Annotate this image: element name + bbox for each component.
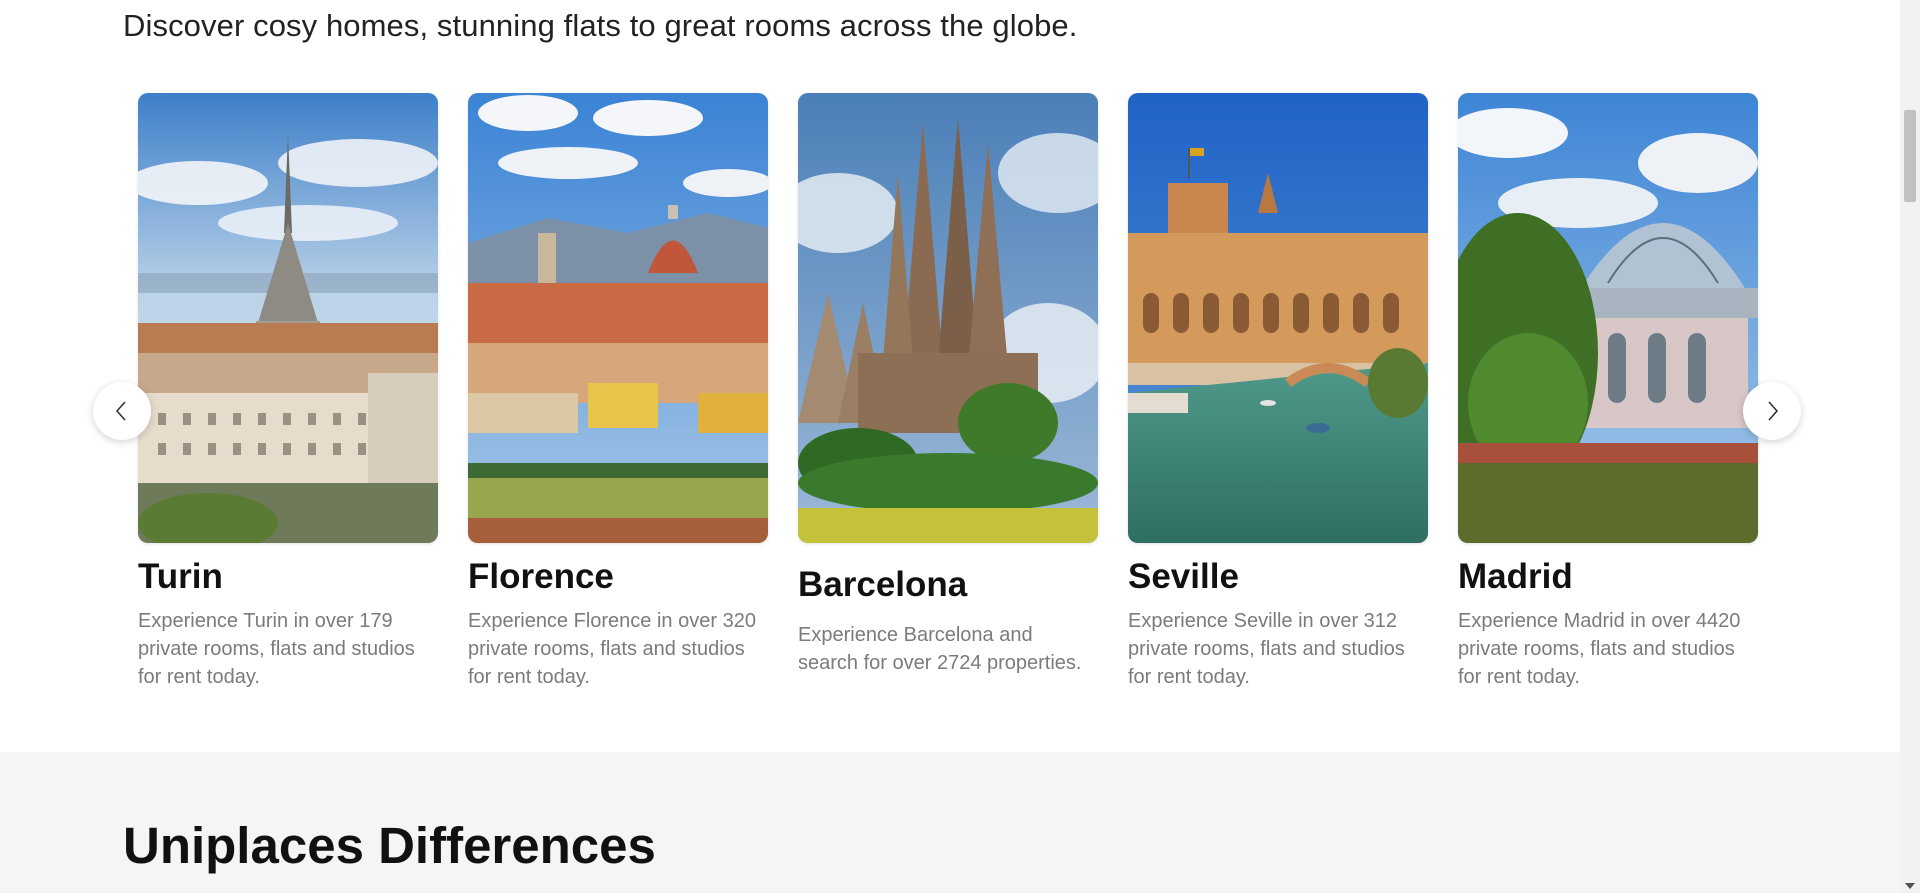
city-name[interactable]: Seville [1128,557,1428,597]
city-card-seville[interactable]: Seville Experience Seville in over 312 p… [1128,93,1428,691]
city-photo-florence[interactable] [468,93,768,543]
city-photo-barcelona[interactable] [798,93,1098,543]
main-content: Discover cosy homes, stunning flats to g… [0,0,1900,893]
turin-image [138,93,438,543]
chevron-right-icon [1768,401,1779,421]
city-name[interactable]: Florence [468,557,768,597]
city-card-madrid[interactable]: Madrid Experience Madrid in over 4420 pr… [1458,93,1758,691]
city-description: Experience Madrid in over 4420 private r… [1458,610,1741,688]
city-description: Experience Barcelona and search for over… [798,624,1082,674]
differences-section: Uniplaces Differences [0,752,1900,893]
section-title: Uniplaces Differences [123,817,656,874]
scrollbar-thumb[interactable] [1904,110,1916,202]
city-photo-seville[interactable] [1128,93,1428,543]
madrid-image [1458,93,1758,543]
city-name[interactable]: Turin [138,557,438,597]
city-carousel: Turin Experience Turin in over 179 priva… [93,93,1801,693]
city-card-florence[interactable]: Florence Experience Florence in over 320… [468,93,768,691]
seville-image [1128,93,1428,543]
city-card-barcelona[interactable]: Barcelona Experience Barcelona and searc… [798,93,1098,677]
intro-text: Discover cosy homes, stunning flats to g… [123,8,1078,43]
carousel-next-button[interactable] [1743,382,1801,440]
vertical-scrollbar[interactable] [1900,0,1920,893]
city-description: Experience Turin in over 179 private roo… [138,610,415,688]
city-photo-turin[interactable] [138,93,438,543]
chevron-left-icon [115,401,126,421]
florence-image [468,93,768,543]
city-description: Experience Florence in over 320 private … [468,610,756,688]
city-name[interactable]: Barcelona [798,565,1098,605]
scroll-down-arrow-icon[interactable] [1905,883,1915,889]
carousel-prev-button[interactable] [93,382,151,440]
page: Discover cosy homes, stunning flats to g… [0,0,1920,893]
city-name[interactable]: Madrid [1458,557,1758,597]
city-card-turin[interactable]: Turin Experience Turin in over 179 priva… [138,93,438,691]
city-description: Experience Seville in over 312 private r… [1128,610,1405,688]
barcelona-image [798,93,1098,543]
city-photo-madrid[interactable] [1458,93,1758,543]
